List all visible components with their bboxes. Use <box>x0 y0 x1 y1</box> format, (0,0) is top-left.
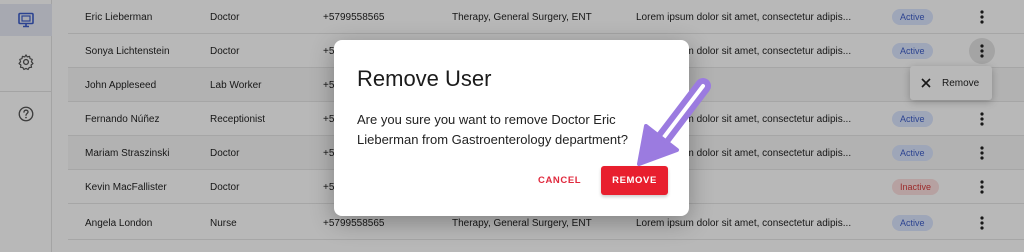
dialog-message: Are you sure you want to remove Doctor E… <box>357 112 628 147</box>
cancel-button[interactable]: CANCEL <box>530 166 589 195</box>
remove-user-dialog: Remove User Are you sure you want to rem… <box>334 40 689 216</box>
dialog-title: Remove User <box>357 66 492 91</box>
remove-button[interactable]: REMOVE <box>601 166 668 195</box>
